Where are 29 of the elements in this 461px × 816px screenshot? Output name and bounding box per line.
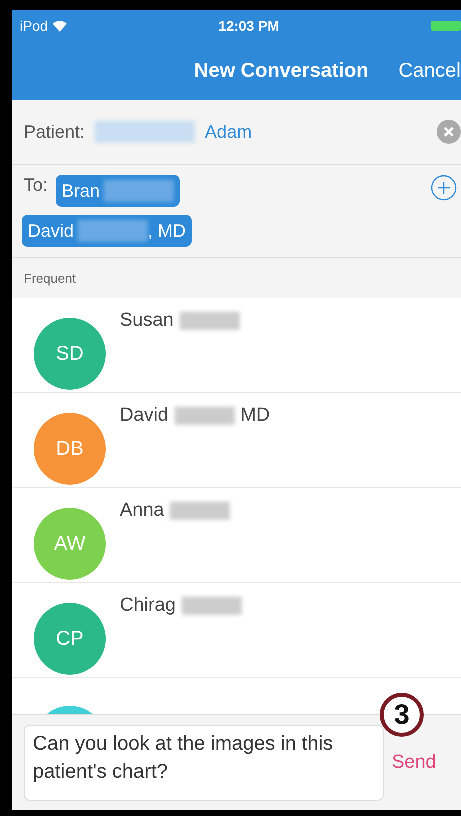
status-time: 12:03 PM <box>218 18 280 34</box>
cancel-button[interactable]: Cancel <box>398 60 461 82</box>
redaction-block <box>170 502 230 520</box>
recipient-chip[interactable]: Bran <box>56 175 180 207</box>
send-button[interactable]: Send <box>392 752 436 774</box>
clear-icon[interactable] <box>437 120 461 144</box>
section-header: Frequent <box>24 270 76 286</box>
nav-title: New Conversation <box>194 60 369 82</box>
contact-suffix: MD <box>240 405 270 427</box>
to-label: To: <box>24 175 48 196</box>
avatar: DB <box>34 413 106 485</box>
contact-name[interactable]: Susan <box>120 310 174 332</box>
avatar: SD <box>34 318 106 390</box>
redaction-block <box>174 407 235 425</box>
contact-name[interactable]: Chirag <box>120 595 176 617</box>
redaction-block <box>180 312 240 330</box>
add-icon[interactable] <box>431 175 457 201</box>
contact-name[interactable]: Anna <box>120 500 164 522</box>
battery-icon <box>430 21 461 31</box>
message-field[interactable]: Can you look at the images in this patient's chart? <box>24 724 384 800</box>
contact-name[interactable]: David <box>120 405 169 427</box>
recipient-chip[interactable]: David , MD <box>22 215 192 247</box>
wifi-icon <box>53 20 68 32</box>
patient-label: Patient: <box>24 122 86 142</box>
avatar: AW <box>34 508 106 580</box>
patient-name: Adam <box>205 122 252 142</box>
avatar: CP <box>34 603 106 675</box>
redaction-block <box>182 597 242 615</box>
carrier-label: iPod <box>20 18 48 34</box>
